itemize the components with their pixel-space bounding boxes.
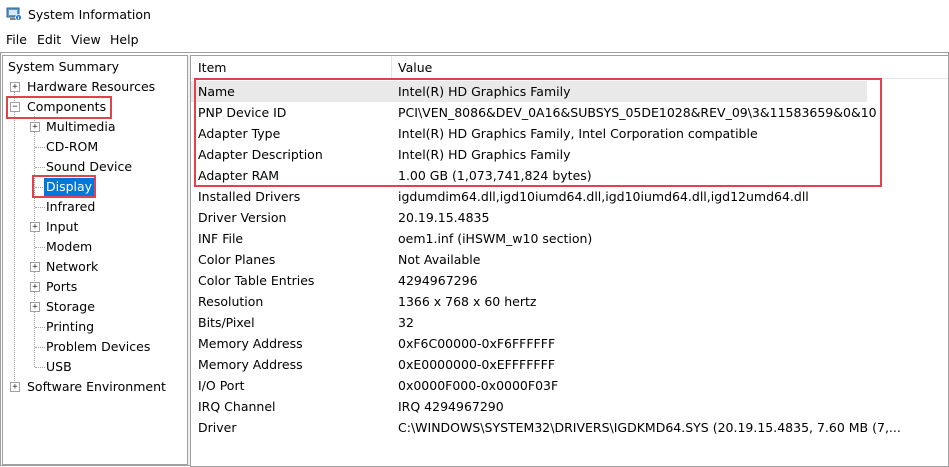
table-row[interactable]: Bits/Pixel 32 <box>191 312 948 333</box>
tree-item-sound-device[interactable]: Sound Device <box>46 158 132 176</box>
table-row[interactable]: Resolution 1366 x 768 x 60 hertz <box>191 291 948 312</box>
menu-help[interactable]: Help <box>108 32 141 47</box>
tree-item-components[interactable]: Components <box>27 98 106 116</box>
table-row[interactable]: Memory Address 0xE0000000-0xEFFFFFFF <box>191 354 948 375</box>
details-list[interactable]: Item Value Name Intel(R) HD Graphics Fami… <box>190 55 949 467</box>
menu-view[interactable]: View <box>69 32 103 47</box>
title-bar: System Information <box>0 0 949 30</box>
row-item: Name <box>198 84 235 99</box>
row-value: Intel(R) HD Graphics Family <box>398 84 571 99</box>
row-item: Bits/Pixel <box>198 315 255 330</box>
expand-icon[interactable]: + <box>30 122 40 132</box>
table-row[interactable]: Installed Drivers igdumdim64.dll,igd10ium… <box>191 186 948 207</box>
category-tree[interactable]: System Summary + Hardware Resources − Co… <box>2 55 188 465</box>
collapse-icon[interactable]: − <box>10 102 20 112</box>
expand-icon[interactable]: + <box>30 282 40 292</box>
tree-item-printing[interactable]: Printing <box>46 318 94 336</box>
table-row[interactable]: IRQ Channel IRQ 4294967290 <box>191 396 948 417</box>
tree-item-cd-rom[interactable]: CD-ROM <box>46 138 98 156</box>
table-row[interactable]: Name Intel(R) HD Graphics Family <box>191 81 867 102</box>
tree-item-storage[interactable]: Storage <box>46 298 95 316</box>
row-value: oem1.inf (iHSWM_w10 section) <box>398 231 593 246</box>
menu-edit[interactable]: Edit <box>35 32 63 47</box>
tree-connector <box>35 147 45 148</box>
row-value: 1366 x 768 x 60 hertz <box>398 294 537 309</box>
tree-connector <box>35 327 45 328</box>
row-value: Intel(R) HD Graphics Family <box>398 147 571 162</box>
table-row[interactable]: Driver Version 20.19.15.4835 <box>191 207 948 228</box>
table-row[interactable]: I/O Port 0x0000F000-0x0000F03F <box>191 375 948 396</box>
tree-item-display[interactable]: Display <box>44 178 95 196</box>
row-item: Resolution <box>198 294 264 309</box>
row-value: Not Available <box>398 252 481 267</box>
expand-icon[interactable]: + <box>30 222 40 232</box>
row-value: C:\WINDOWS\SYSTEM32\DRIVERS\IGDKMD64.SYS… <box>398 420 901 435</box>
tree-connector <box>35 167 45 168</box>
tree-connector <box>35 207 45 208</box>
table-row[interactable]: Color Planes Not Available <box>191 249 948 270</box>
tree-connector <box>35 247 45 248</box>
row-item: Driver <box>198 420 237 435</box>
table-row[interactable]: Adapter Description Intel(R) HD Graphics … <box>191 144 948 165</box>
row-item: Installed Drivers <box>198 189 301 204</box>
expand-icon[interactable]: + <box>30 302 40 312</box>
tree-item-hardware-resources[interactable]: Hardware Resources <box>27 78 155 96</box>
tree-connector <box>35 367 45 368</box>
table-row[interactable]: Color Table Entries 4294967296 <box>191 270 948 291</box>
menu-file[interactable]: File <box>4 32 29 47</box>
row-value: IRQ 4294967290 <box>398 399 504 414</box>
tree-item-problem-devices[interactable]: Problem Devices <box>46 338 150 356</box>
list-header: Item Value <box>191 56 948 79</box>
tree-item-input[interactable]: Input <box>46 218 78 236</box>
row-item: Adapter Type <box>198 126 281 141</box>
system-information-icon <box>6 7 22 21</box>
row-item: PNP Device ID <box>198 105 287 120</box>
column-header-item[interactable]: Item <box>198 60 226 75</box>
row-value: Intel(R) HD Graphics Family, Intel Corpo… <box>398 126 758 141</box>
table-row[interactable]: PNP Device ID PCI\VEN_8086&DEV_0A16&SUBSY… <box>191 102 948 123</box>
tree-connector <box>34 116 35 367</box>
table-row[interactable]: INF File oem1.inf (iHSWM_w10 section) <box>191 228 948 249</box>
row-item: Color Planes <box>198 252 276 267</box>
tree-item-usb[interactable]: USB <box>46 358 72 376</box>
row-value: PCI\VEN_8086&DEV_0A16&SUBSYS_05DE1028&RE… <box>398 105 877 120</box>
row-item: Memory Address <box>198 336 303 351</box>
row-value: 4294967296 <box>398 273 478 288</box>
expand-icon[interactable]: + <box>10 382 20 392</box>
tree-connector <box>14 86 15 387</box>
tree-item-modem[interactable]: Modem <box>46 238 92 256</box>
window-title: System Information <box>28 7 151 22</box>
table-row[interactable]: Adapter Type Intel(R) HD Graphics Family,… <box>191 123 948 144</box>
expand-icon[interactable]: + <box>10 82 20 92</box>
menu-bar: File Edit View Help <box>0 30 949 52</box>
table-row[interactable]: Driver C:\WINDOWS\SYSTEM32\DRIVERS\IGDKMD… <box>191 417 948 438</box>
table-row[interactable]: Memory Address 0xF6C00000-0xF6FFFFFF <box>191 333 948 354</box>
row-item: I/O Port <box>198 378 245 393</box>
column-header-value[interactable]: Value <box>398 60 432 75</box>
tree-item-infrared[interactable]: Infrared <box>46 198 95 216</box>
row-value: 0x0000F000-0x0000F03F <box>398 378 559 393</box>
tree-item-system-summary[interactable]: System Summary <box>8 58 119 76</box>
row-value: 0xF6C00000-0xF6FFFFFF <box>398 336 556 351</box>
row-item: INF File <box>198 231 244 246</box>
row-value: 32 <box>398 315 414 330</box>
row-item: Memory Address <box>198 357 303 372</box>
row-value: 0xE0000000-0xEFFFFFFF <box>398 357 556 372</box>
tree-item-multimedia[interactable]: Multimedia <box>46 118 116 136</box>
row-item: IRQ Channel <box>198 399 276 414</box>
row-value: igdumdim64.dll,igd10iumd64.dll,igd10iumd… <box>398 189 809 204</box>
row-value: 1.00 GB (1,073,741,824 bytes) <box>398 168 592 183</box>
column-divider[interactable] <box>391 56 392 78</box>
tree-item-software-environment[interactable]: Software Environment <box>27 378 166 396</box>
table-row[interactable]: Adapter RAM 1.00 GB (1,073,741,824 bytes) <box>191 165 948 186</box>
tree-item-network[interactable]: Network <box>46 258 98 276</box>
row-item: Adapter RAM <box>198 168 280 183</box>
expand-icon[interactable]: + <box>30 262 40 272</box>
tree-item-ports[interactable]: Ports <box>46 278 77 296</box>
row-value: 20.19.15.4835 <box>398 210 490 225</box>
row-item: Driver Version <box>198 210 287 225</box>
tree-connector <box>35 347 45 348</box>
row-item: Adapter Description <box>198 147 323 162</box>
row-item: Color Table Entries <box>198 273 315 288</box>
